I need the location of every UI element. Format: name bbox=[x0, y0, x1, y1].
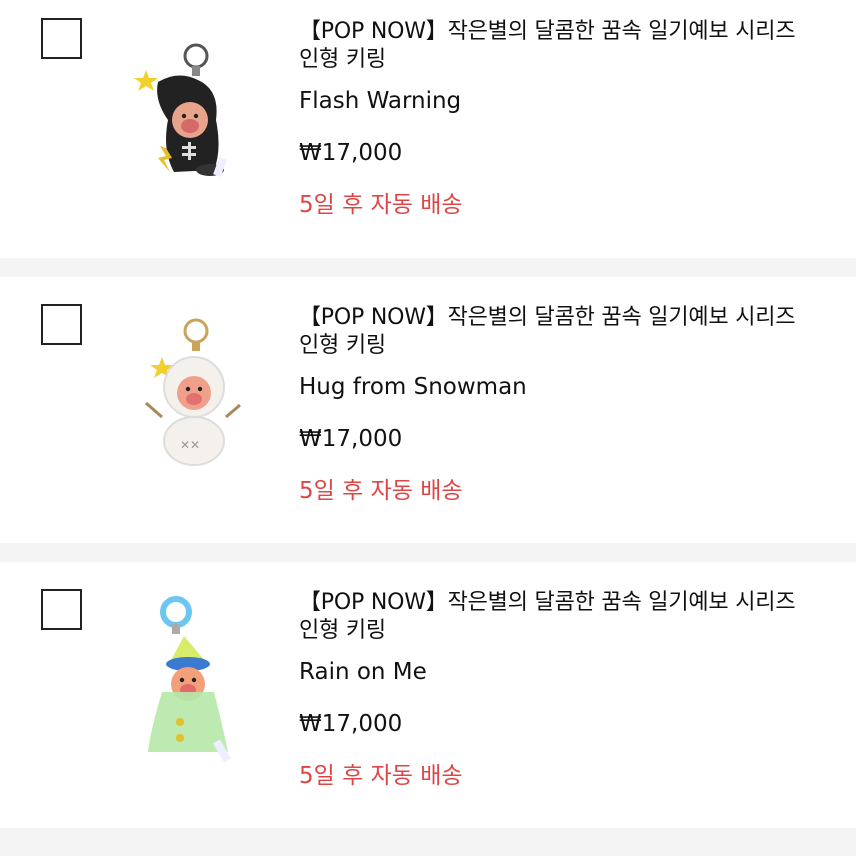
svg-text:✕✕: ✕✕ bbox=[180, 438, 200, 452]
product-title[interactable]: 【POP NOW】작은별의 달콤한 꿈속 일기예보 시리즈 인형 키링 bbox=[299, 304, 819, 360]
black-doll-keychain-icon bbox=[134, 43, 227, 177]
product-price: ₩17,000 bbox=[299, 140, 403, 166]
product-title[interactable]: 【POP NOW】작은별의 달콤한 꿈속 일기예보 시리즈 인형 키링 bbox=[299, 18, 819, 74]
delivery-status: 5일 후 자동 배송 bbox=[299, 763, 463, 789]
cart-item: 【POP NOW】작은별의 달콤한 꿈속 일기예보 시리즈 인형 키링 Rain… bbox=[0, 562, 856, 828]
product-image[interactable]: ✕✕ bbox=[118, 307, 258, 497]
cart-item: 【POP NOW】작은별의 달콤한 꿈속 일기예보 시리즈 인형 키링 Flas… bbox=[0, 0, 856, 258]
product-price: ₩17,000 bbox=[299, 711, 403, 737]
product-image[interactable] bbox=[118, 20, 258, 210]
snowman-doll-keychain-icon: ✕✕ bbox=[145, 318, 241, 466]
raincoat-doll-keychain-icon bbox=[148, 596, 231, 763]
delivery-status: 5일 후 자동 배송 bbox=[299, 192, 463, 218]
item-checkbox[interactable] bbox=[41, 589, 82, 630]
item-checkbox[interactable] bbox=[41, 304, 82, 345]
product-option: Flash Warning bbox=[299, 88, 462, 114]
item-checkbox[interactable] bbox=[41, 18, 82, 59]
product-option: Rain on Me bbox=[299, 659, 427, 685]
cart-item: ✕✕ 【POP NOW】작은별의 달콤한 꿈속 일기예보 시리즈 인형 키링 H… bbox=[0, 277, 856, 543]
product-title[interactable]: 【POP NOW】작은별의 달콤한 꿈속 일기예보 시리즈 인형 키링 bbox=[299, 589, 819, 645]
product-image[interactable] bbox=[118, 592, 258, 782]
delivery-status: 5일 후 자동 배송 bbox=[299, 478, 463, 504]
product-option: Hug from Snowman bbox=[299, 374, 527, 400]
product-price: ₩17,000 bbox=[299, 426, 403, 452]
